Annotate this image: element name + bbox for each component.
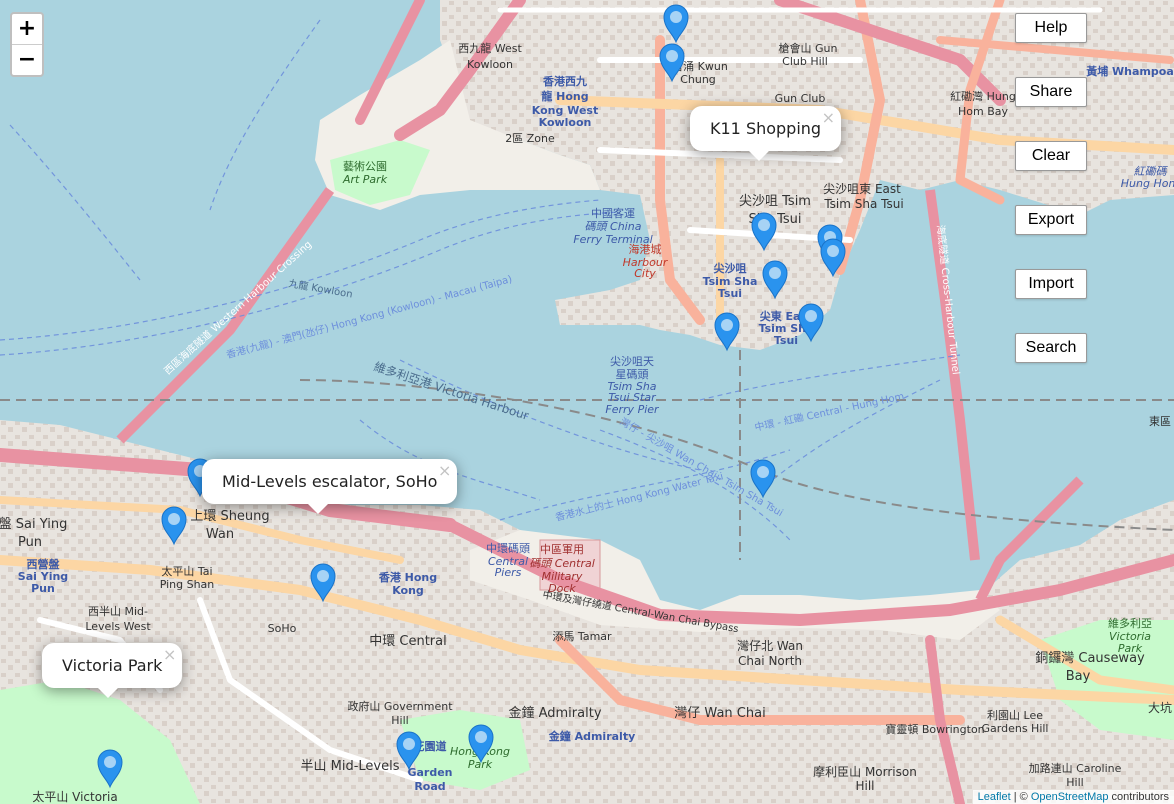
attribution: Leaflet | © OpenStreetMap contributors — [972, 790, 1174, 804]
svg-text:中環 Central: 中環 Central — [369, 634, 446, 649]
popup-tip — [98, 688, 118, 698]
svg-text:Chung: Chung — [680, 73, 716, 86]
svg-text:利園山 Lee: 利園山 Lee — [987, 709, 1043, 722]
svg-text:上環 Sheung: 上環 Sheung — [190, 509, 269, 524]
svg-text:灣仔北 Wan: 灣仔北 Wan — [737, 639, 803, 653]
svg-text:西營盤: 西營盤 — [27, 557, 61, 571]
svg-text:維多利亞: 維多利亞 — [1108, 616, 1152, 630]
svg-text:海港城: 海港城 — [629, 242, 662, 256]
attribution-suffix: contributors — [1108, 791, 1169, 803]
svg-text:尖沙咀 Tsim: 尖沙咀 Tsim — [739, 194, 811, 209]
popup-text: K11 Shopping — [710, 119, 822, 138]
svg-text:Pun: Pun — [18, 535, 42, 550]
attribution-separator: | © — [1010, 791, 1031, 803]
svg-text:Garden: Garden — [407, 766, 452, 779]
svg-text:太平山 Tai: 太平山 Tai — [161, 565, 212, 578]
svg-text:Club Hill: Club Hill — [782, 55, 828, 68]
svg-text:藝術公園: 藝術公園 — [343, 160, 387, 173]
svg-text:Hill: Hill — [855, 779, 874, 793]
svg-text:尖沙咀東 East: 尖沙咀東 East — [823, 182, 901, 196]
popup-close-button[interactable]: × — [822, 108, 835, 127]
svg-text:SoHo: SoHo — [268, 622, 297, 635]
svg-text:2區 Zone: 2區 Zone — [505, 132, 555, 145]
svg-text:香港 Hong: 香港 Hong — [378, 570, 437, 584]
search-button[interactable]: Search — [1015, 333, 1087, 363]
svg-text:香港西九: 香港西九 — [542, 74, 587, 88]
svg-text:中國客運: 中國客運 — [591, 206, 635, 220]
svg-text:中區軍用: 中區軍用 — [540, 543, 584, 556]
svg-text:Ferry Pier: Ferry Pier — [605, 403, 660, 416]
svg-text:黃埔 Whampoa: 黃埔 Whampoa — [1085, 64, 1174, 78]
help-button[interactable]: Help — [1015, 13, 1087, 43]
import-button[interactable]: Import — [1015, 269, 1087, 299]
svg-text:寶靈頓 Bowrington: 寶靈頓 Bowrington — [885, 722, 984, 736]
svg-text:Art Park: Art Park — [342, 173, 388, 186]
label-west-kowloon: 西九龍 West — [458, 41, 522, 55]
svg-text:加路連山 Caroline: 加路連山 Caroline — [1029, 761, 1122, 775]
svg-text:Hill: Hill — [391, 714, 408, 727]
zoom-control: + − — [10, 12, 44, 77]
svg-text:Hill: Hill — [1066, 776, 1083, 789]
svg-text:Hom Bay: Hom Bay — [958, 105, 1009, 118]
export-button[interactable]: Export — [1015, 205, 1087, 235]
svg-text:政府山 Government: 政府山 Government — [347, 699, 453, 713]
svg-text:Bay: Bay — [1066, 669, 1091, 684]
popup-text: Mid-Levels escalator, SoHo — [222, 472, 438, 491]
popup-midlevels: Mid-Levels escalator, SoHo × — [202, 459, 458, 514]
popup-k11: K11 Shopping × — [690, 106, 842, 161]
svg-text:太平山 Victoria: 太平山 Victoria — [32, 789, 117, 804]
zoom-out-button[interactable]: − — [12, 44, 42, 75]
svg-text:碼頭 Central: 碼頭 Central — [529, 557, 595, 570]
svg-text:Road: Road — [414, 780, 445, 793]
svg-text:西營盤 Sai Ying: 西營盤 Sai Ying — [0, 517, 67, 532]
svg-text:Piers: Piers — [495, 566, 522, 579]
svg-text:紅磡灣 Hung: 紅磡灣 Hung — [950, 90, 1016, 103]
svg-text:東區: 東區 — [1149, 415, 1171, 428]
svg-text:尖沙咀: 尖沙咀 — [714, 261, 747, 275]
svg-text:Kong: Kong — [392, 584, 424, 597]
svg-text:Pun: Pun — [31, 582, 55, 595]
svg-text:碼頭 China: 碼頭 China — [585, 220, 642, 233]
svg-text:金鐘 Admiralty: 金鐘 Admiralty — [508, 705, 601, 721]
svg-text:Park: Park — [1118, 642, 1143, 655]
svg-text:西半山 Mid-: 西半山 Mid- — [88, 604, 148, 618]
svg-text:摩利臣山 Morrison: 摩利臣山 Morrison — [813, 764, 917, 779]
popup-tip — [308, 504, 328, 514]
svg-text:Hung Hom: Hung Hom — [1121, 177, 1174, 190]
svg-text:Wan: Wan — [206, 527, 234, 542]
svg-text:Tsui: Tsui — [774, 334, 798, 347]
svg-text:金鐘 Admiralty: 金鐘 Admiralty — [548, 729, 636, 743]
svg-text:Ping Shan: Ping Shan — [160, 578, 215, 591]
popup-close-button[interactable]: × — [163, 645, 176, 664]
svg-text:添馬 Tamar: 添馬 Tamar — [552, 629, 612, 643]
svg-text:Tsim Sha Tsui: Tsim Sha Tsui — [823, 197, 903, 211]
svg-text:Gun Club: Gun Club — [775, 92, 826, 105]
popup-close-button[interactable]: × — [438, 461, 451, 480]
svg-text:大坑: 大坑 — [1148, 700, 1172, 715]
svg-text:Gardens Hill: Gardens Hill — [982, 722, 1049, 735]
svg-text:灣仔 Wan Chai: 灣仔 Wan Chai — [674, 706, 765, 721]
svg-text:City: City — [634, 267, 656, 280]
clear-button[interactable]: Clear — [1015, 141, 1087, 171]
svg-text:半山 Mid-Levels: 半山 Mid-Levels — [301, 759, 400, 774]
svg-text:Kowloon: Kowloon — [467, 58, 513, 71]
share-button[interactable]: Share — [1015, 77, 1087, 107]
popup-text: Victoria Park — [62, 656, 163, 675]
svg-text:Chai North: Chai North — [738, 654, 802, 668]
popup-tip — [749, 151, 769, 161]
svg-text:Kowloon: Kowloon — [539, 116, 592, 129]
svg-text:Tsui: Tsui — [718, 287, 742, 300]
svg-text:龍 Hong: 龍 Hong — [541, 89, 588, 103]
leaflet-link[interactable]: Leaflet — [978, 791, 1011, 803]
svg-text:槍會山 Gun: 槍會山 Gun — [779, 41, 838, 55]
popup-victoria-park: Victoria Park × — [42, 643, 183, 698]
svg-text:中環碼頭: 中環碼頭 — [486, 542, 530, 555]
zoom-in-button[interactable]: + — [12, 14, 42, 44]
osm-link[interactable]: OpenStreetMap — [1031, 791, 1109, 803]
svg-text:Levels West: Levels West — [85, 620, 151, 633]
svg-text:尖沙咀天: 尖沙咀天 — [610, 355, 654, 368]
